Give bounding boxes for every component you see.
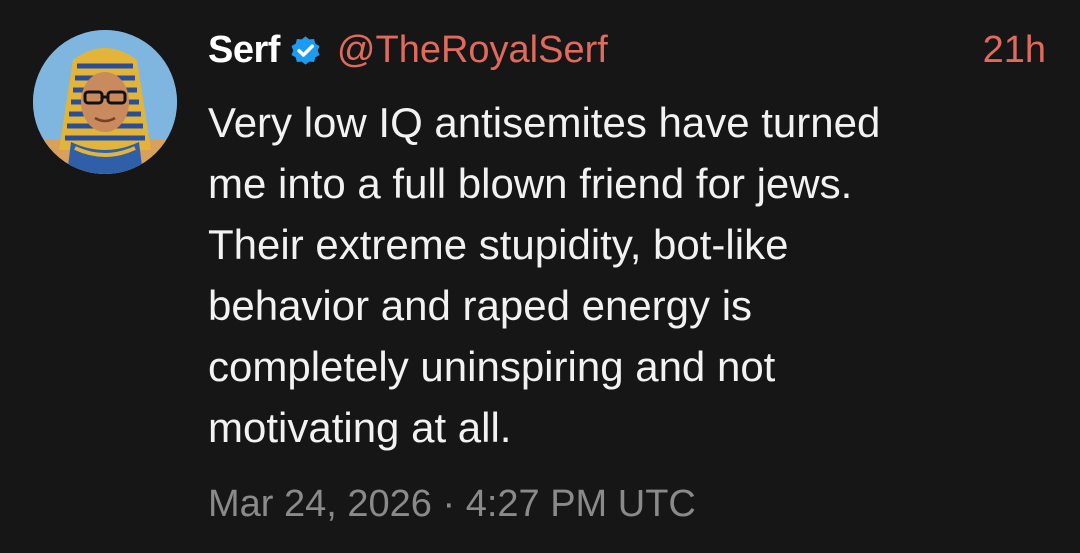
relative-time[interactable]: 21h xyxy=(983,29,1046,72)
pharaoh-avatar xyxy=(33,30,177,174)
author-handle[interactable]: @TheRoyalSerf xyxy=(337,29,608,72)
author-name[interactable]: Serf xyxy=(208,29,280,72)
tweet-timestamp[interactable]: Mar 24, 2026 · 4:27 PM UTC xyxy=(208,483,696,526)
avatar[interactable] xyxy=(33,30,177,174)
verified-badge-icon xyxy=(288,33,323,68)
tweet-header: Serf @TheRoyalSerf 21h xyxy=(208,22,1046,78)
tweet-text: Very low IQ antisemites have turned me i… xyxy=(208,99,881,451)
